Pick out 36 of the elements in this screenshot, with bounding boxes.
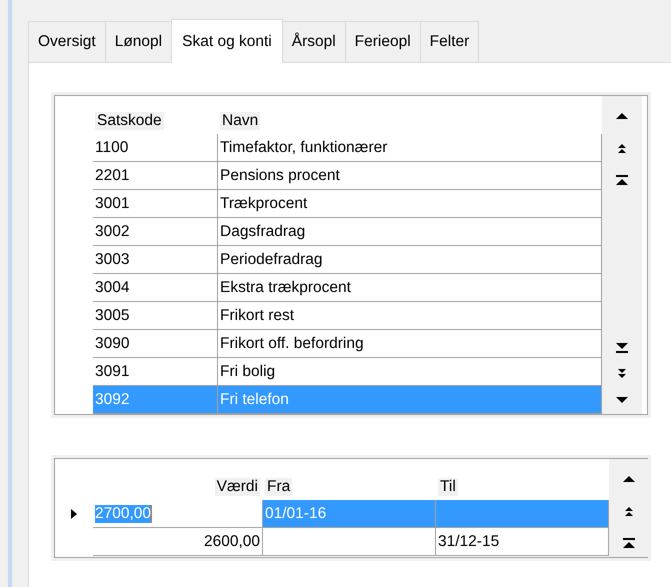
scroll-up-icon[interactable] — [622, 473, 636, 485]
table-cell: 3003 — [93, 246, 218, 274]
tab[interactable]: Oversigt — [28, 21, 106, 62]
table-cell: 1100 — [93, 134, 218, 162]
scrollbar[interactable] — [602, 96, 642, 414]
table-cell: Fri telefon — [218, 386, 602, 414]
table-cell: 3090 — [93, 330, 218, 358]
scroll-up-icon[interactable] — [615, 110, 629, 122]
table-cell: 3001 — [93, 190, 218, 218]
table-cell: Trækprocent — [218, 190, 602, 218]
scroll-down-icon[interactable] — [615, 394, 629, 406]
first-record-icon[interactable] — [615, 174, 629, 186]
column-header[interactable]: Navn — [220, 112, 260, 130]
last-record-icon[interactable] — [615, 342, 629, 354]
column-header[interactable]: Satskode — [95, 112, 164, 130]
table-cell: Ekstra trækprocent — [218, 274, 602, 302]
table-cell: 3004 — [93, 274, 218, 302]
table-cell: 3005 — [93, 302, 218, 330]
tab[interactable]: Felter — [420, 21, 480, 62]
table-cell: Frikort rest — [218, 302, 602, 330]
column-header[interactable]: Fra — [265, 478, 292, 496]
table-cell: Periodefradrag — [218, 246, 602, 274]
column-header[interactable]: Værdi — [214, 478, 260, 496]
table-cell: 3002 — [93, 218, 218, 246]
tab[interactable]: Skat og konti — [171, 19, 283, 63]
table-cell: 3092 — [93, 386, 218, 414]
table-cell: 01/01-16 — [263, 500, 436, 528]
table-cell: 2600,00 — [93, 528, 263, 556]
table-cell: Frikort off. befordring — [218, 330, 602, 358]
first-record-icon[interactable] — [622, 537, 636, 549]
column-header[interactable]: Til — [438, 478, 458, 496]
table-cell: 2201 — [93, 162, 218, 190]
table-cell: Dagsfradrag — [218, 218, 602, 246]
table-cell: Pensions procent — [218, 162, 602, 190]
table-cell: Timefaktor, funktionærer — [218, 134, 602, 162]
scrollbar[interactable] — [609, 459, 649, 557]
